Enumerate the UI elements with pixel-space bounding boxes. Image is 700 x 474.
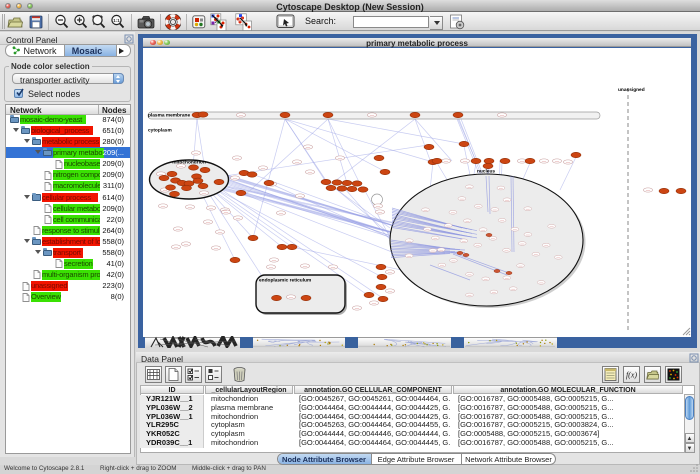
svg-text:nucleus: nucleus xyxy=(477,169,495,175)
svg-text:endoplasmic reticulum: endoplasmic reticulum xyxy=(259,278,311,284)
svg-text:f(x): f(x) xyxy=(626,371,637,380)
svg-text:cytoplasm: cytoplasm xyxy=(148,128,172,134)
svg-text:plasma membrane: plasma membrane xyxy=(148,113,190,119)
svg-text:1:1: 1:1 xyxy=(113,18,120,23)
svg-text:unassigned: unassigned xyxy=(618,87,645,93)
